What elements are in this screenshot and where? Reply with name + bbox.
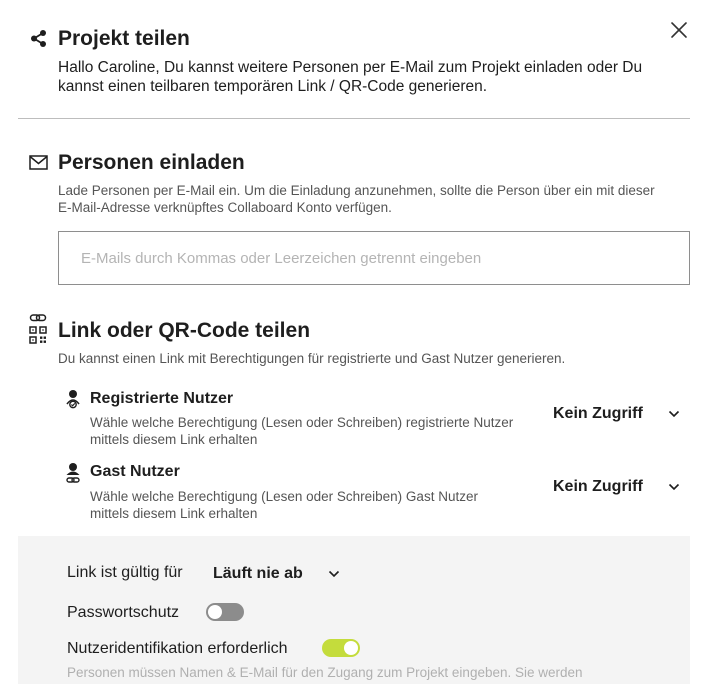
guest-users-description: Wähle welche Berechtigung (Lesen oder Sc… [90, 489, 478, 521]
mail-icon [29, 155, 48, 170]
password-protection-toggle[interactable] [206, 603, 244, 621]
guest-users-permission-value: Kein Zugriff [553, 478, 643, 495]
registered-users-description: Wähle welche Berechtigung (Lesen oder Sc… [90, 415, 514, 447]
dialog-description: Hallo Caroline, Du kannst weitere Person… [58, 59, 643, 95]
toggle-knob [344, 641, 358, 655]
link-section-title: Link oder QR-Code teilen [58, 319, 311, 342]
dialog-title: Projekt teilen [58, 27, 190, 50]
close-icon [671, 22, 687, 38]
toggle-knob [208, 605, 222, 619]
link-qr-icon [29, 314, 47, 344]
link-settings-panel: Link ist gültig für Läuft nie ab Passwor… [18, 536, 690, 684]
guest-users-permission-dropdown[interactable]: Kein Zugriff [553, 475, 688, 499]
chevron-down-icon [668, 410, 680, 418]
user-identification-note: Personen müssen Namen & E-Mail für den Z… [67, 665, 583, 680]
link-section-description: Du kannst einen Link mit Berechtigungen … [58, 351, 566, 366]
invite-section-description: Lade Personen per E-Mail ein. Um die Ein… [58, 183, 655, 215]
registered-user-icon [66, 390, 80, 409]
share-icon [31, 30, 46, 47]
link-validity-dropdown[interactable]: Läuft nie ab [213, 562, 348, 586]
guest-user-icon [66, 463, 80, 483]
share-project-dialog: Projekt teilen Hallo Caroline, Du kannst… [0, 0, 706, 684]
user-identification-label: Nutzeridentifikation erforderlich [67, 640, 288, 657]
user-identification-toggle[interactable] [322, 639, 360, 657]
email-input[interactable] [58, 231, 690, 285]
registered-users-permission-value: Kein Zugriff [553, 405, 643, 422]
registered-users-title: Registrierte Nutzer [90, 390, 234, 407]
chevron-down-icon [328, 570, 340, 578]
invite-section-title: Personen einladen [58, 151, 245, 174]
header-divider [18, 118, 690, 119]
guest-users-title: Gast Nutzer [90, 463, 180, 480]
registered-users-permission-dropdown[interactable]: Kein Zugriff [553, 402, 688, 426]
password-protection-label: Passwortschutz [67, 604, 180, 621]
link-validity-value: Läuft nie ab [213, 565, 303, 582]
close-button[interactable] [668, 19, 690, 41]
link-validity-label: Link ist gültig für [67, 564, 183, 581]
chevron-down-icon [668, 483, 680, 491]
